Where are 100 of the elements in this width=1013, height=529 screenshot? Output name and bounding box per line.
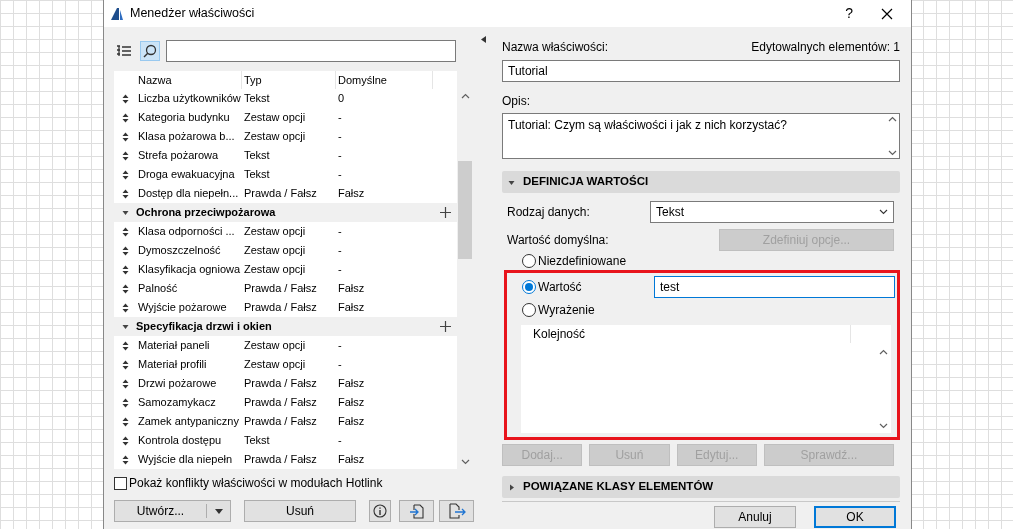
property-name: Zamek antypaniczny (137, 414, 240, 430)
property-default: Fałsz (337, 414, 366, 430)
drag-handle-icon[interactable] (121, 283, 129, 294)
property-name: Kontrola dostępu (137, 433, 223, 449)
property-default: - (337, 224, 343, 240)
import-button[interactable] (399, 500, 434, 522)
property-name: Klasa odporności ... (137, 224, 236, 240)
window-title: Menedżer właściwości (130, 5, 255, 23)
property-default: Fałsz (337, 300, 366, 316)
drag-handle-icon[interactable] (121, 302, 129, 313)
drag-handle-icon[interactable] (121, 454, 129, 465)
scroll-up-icon[interactable] (879, 349, 888, 355)
checkbox-label[interactable]: Pokaż konflikty właściwości w modułach Hotlink (129, 474, 383, 492)
column-header[interactable]: Domyślne (336, 71, 433, 89)
property-default: - (337, 167, 343, 183)
drag-handle-icon[interactable] (121, 150, 129, 161)
property-name: Klasyfikacja ogniowa (137, 262, 242, 278)
property-type: Zestaw opcji (243, 110, 307, 126)
search-toggle[interactable] (140, 41, 160, 61)
scroll-down-icon[interactable] (879, 423, 888, 429)
drag-handle-icon[interactable] (121, 397, 129, 408)
create-split-button[interactable]: Utwórz... (114, 500, 231, 522)
info-button[interactable] (369, 500, 391, 522)
delete-button[interactable]: Usuń (244, 500, 356, 522)
property-name: Wyjście dla niepełn (137, 452, 234, 468)
drag-handle-icon[interactable] (121, 169, 129, 180)
column-header[interactable]: Kolejność (533, 325, 586, 343)
section-header[interactable]: POWIĄZANE KLASY ELEMENTÓW (502, 476, 900, 498)
search-field[interactable] (166, 40, 456, 62)
ok-button[interactable]: OK (814, 506, 896, 528)
scroll-down-icon[interactable] (460, 459, 470, 465)
field-label: Nazwa właściwości: (502, 39, 609, 56)
property-default: - (337, 148, 343, 164)
property-name: Strefa pożarowa (137, 148, 220, 164)
cancel-button[interactable]: Anuluj (714, 506, 796, 528)
property-default: - (337, 433, 343, 449)
drag-handle-icon[interactable] (121, 264, 129, 275)
drag-handle-icon[interactable] (121, 93, 129, 104)
property-type: Tekst (243, 167, 271, 183)
drag-handle-icon[interactable] (121, 188, 129, 199)
property-type: Zestaw opcji (243, 262, 307, 278)
drag-handle-icon[interactable] (121, 359, 129, 370)
property-type: Zestaw opcji (243, 224, 307, 240)
data-type-select[interactable]: Tekst (650, 201, 894, 223)
property-name: Dostęp dla niepełn... (137, 186, 240, 202)
property-name: Kategoria budynku (137, 110, 231, 126)
radio-button[interactable] (522, 302, 536, 317)
collapse-arrow-icon[interactable] (481, 36, 487, 43)
list-tree-icon (116, 44, 132, 58)
import-icon (408, 503, 425, 519)
field-label: Opis: (502, 94, 530, 108)
scroll-up-icon[interactable] (460, 93, 470, 99)
property-type: Prawda / Fałsz (243, 395, 318, 411)
description-field[interactable]: Tutorial: Czym są właściwości i jak z nich korzystać? (502, 113, 900, 159)
radio-label[interactable]: Wartość (538, 278, 648, 296)
property-default: Fałsz (337, 376, 366, 392)
property-name: Materiał profili (137, 357, 208, 373)
caret-icon[interactable] (121, 209, 129, 216)
radio-button[interactable] (522, 280, 536, 294)
scrollbar-thumb[interactable] (458, 161, 472, 259)
drag-handle-icon[interactable] (121, 245, 129, 256)
drag-handle-icon[interactable] (121, 131, 129, 142)
plus-icon[interactable] (439, 207, 451, 218)
help-button[interactable]: ? (845, 3, 853, 24)
name-field[interactable]: Tutorial (502, 60, 900, 82)
radio-button[interactable] (522, 254, 536, 268)
drag-handle-icon[interactable] (121, 378, 129, 389)
drag-handle-icon[interactable] (121, 340, 129, 351)
checkbox[interactable] (114, 476, 127, 490)
group-name: Specyfikacja drzwi i okien (136, 319, 273, 335)
property-default: Fałsz (337, 452, 366, 468)
property-type: Prawda / Fałsz (243, 300, 318, 316)
property-type: Tekst (243, 91, 271, 107)
section-header[interactable]: DEFINICJA WARTOŚCI (502, 171, 900, 193)
scroll-up-icon[interactable] (888, 116, 897, 122)
property-default: - (337, 357, 343, 373)
drag-handle-icon[interactable] (121, 112, 129, 123)
plus-icon[interactable] (439, 321, 451, 332)
dropdown-caret-icon[interactable] (214, 508, 223, 514)
column-header[interactable]: Typ (242, 71, 336, 89)
scroll-down-icon[interactable] (888, 150, 897, 156)
property-default: - (337, 243, 343, 259)
caret-icon[interactable] (121, 323, 129, 330)
drag-handle-icon[interactable] (121, 416, 129, 427)
drag-handle-icon[interactable] (121, 226, 129, 237)
export-button[interactable] (439, 500, 474, 522)
radio-label[interactable]: Niezdefiniowane (538, 252, 648, 270)
group-name: Ochrona przeciwpożarowa (136, 205, 277, 221)
property-default: - (337, 129, 343, 145)
field-label: Rodzaj danych: (507, 204, 591, 221)
export-icon (447, 503, 466, 519)
property-default: Fałsz (337, 186, 366, 202)
property-type: Tekst (243, 433, 271, 449)
close-icon[interactable] (881, 7, 893, 20)
drag-handle-icon[interactable] (121, 435, 129, 446)
property-name: Samozamykacz (137, 395, 217, 411)
value-field[interactable]: test (654, 276, 895, 298)
column-header[interactable]: Nazwa (136, 71, 242, 89)
property-default: - (337, 262, 343, 278)
radio-label[interactable]: Wyrażenie (538, 300, 648, 319)
